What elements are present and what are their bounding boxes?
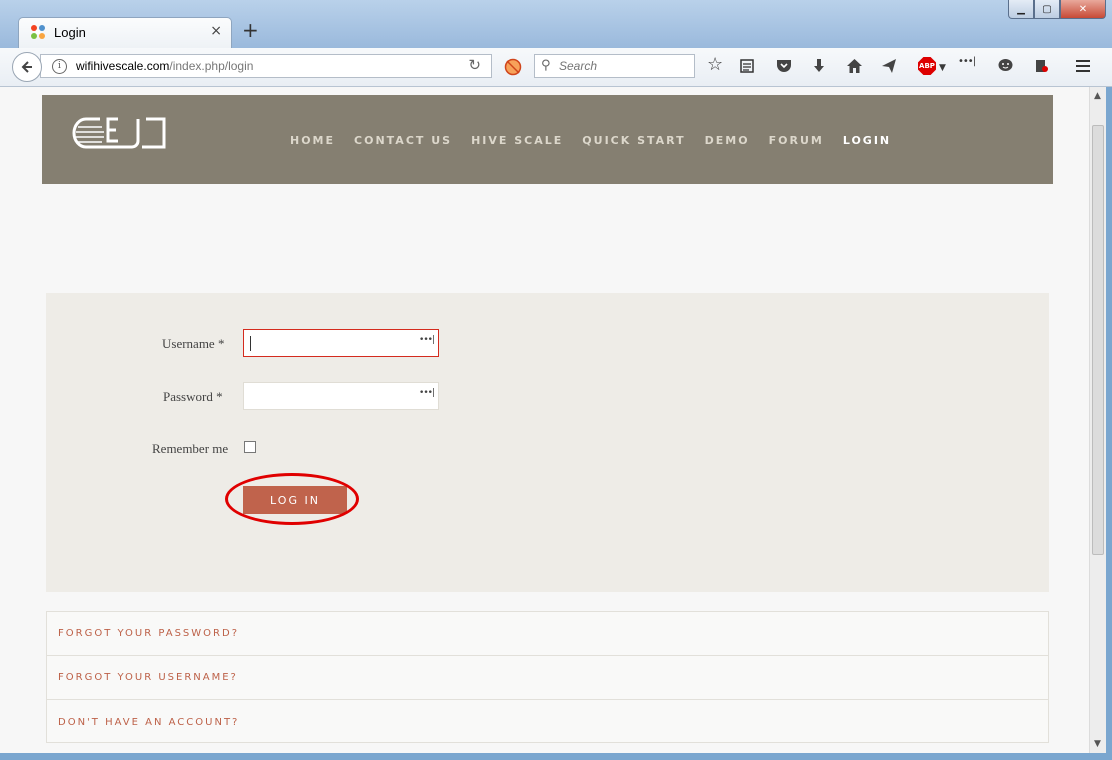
- site-logo-icon[interactable]: [72, 113, 168, 153]
- password-manager-key-icon[interactable]: •••|: [419, 335, 435, 345]
- maximize-button[interactable]: ▢: [1034, 0, 1060, 19]
- site-header: HOME CONTACT US HIVE SCALE QUICK START D…: [42, 95, 1053, 184]
- adblock-dropdown-icon[interactable]: ▼: [939, 60, 946, 76]
- text-caret: [250, 336, 251, 351]
- nav-item-forum[interactable]: FORUM: [769, 134, 824, 147]
- scrollbar-thumb[interactable]: [1092, 125, 1104, 555]
- window-frame-right: [1106, 87, 1112, 760]
- account-links-list: FORGOT YOUR PASSWORD? FORGOT YOUR USERNA…: [46, 611, 1049, 743]
- remember-me-checkbox[interactable]: [244, 441, 256, 453]
- remember-me-label: Remember me: [152, 441, 229, 456]
- nav-item-hive-scale[interactable]: HIVE SCALE: [471, 134, 563, 147]
- nav-item-login[interactable]: LOGIN: [843, 134, 891, 147]
- username-input[interactable]: [248, 331, 408, 355]
- close-window-button[interactable]: ✕: [1060, 0, 1106, 19]
- nav-item-contact-us[interactable]: CONTACT US: [354, 134, 452, 147]
- close-tab-icon[interactable]: ×: [210, 23, 222, 39]
- bookmark-star-icon[interactable]: ☆: [707, 56, 723, 74]
- adblock-plus-icon[interactable]: ABP: [918, 57, 936, 75]
- password-manager-icon[interactable]: •••|: [958, 54, 976, 70]
- nav-item-home[interactable]: HOME: [290, 134, 335, 147]
- reload-icon[interactable]: ↻: [468, 56, 481, 74]
- forgot-password-link[interactable]: FORGOT YOUR PASSWORD?: [58, 628, 239, 639]
- list-item: FORGOT YOUR PASSWORD?: [47, 612, 1048, 656]
- page-viewport: HOME CONTACT US HIVE SCALE QUICK START D…: [0, 87, 1089, 753]
- password-field[interactable]: •••|: [243, 382, 439, 410]
- password-manager-key-icon[interactable]: •••|: [419, 388, 435, 398]
- chat-icon[interactable]: [997, 57, 1014, 74]
- extension-icon[interactable]: [1033, 57, 1049, 75]
- password-label: Password *: [163, 389, 223, 404]
- page-scrollbar[interactable]: ▲ ▼: [1089, 87, 1106, 753]
- username-label: Username *: [162, 336, 225, 351]
- scroll-up-icon[interactable]: ▲: [1094, 91, 1101, 101]
- tab-title: Login: [54, 25, 86, 40]
- login-form: Username * •••| Password * •••| Remember…: [46, 293, 1049, 592]
- back-arrow-icon: [21, 61, 32, 73]
- main-nav: HOME CONTACT US HIVE SCALE QUICK START D…: [290, 134, 910, 147]
- pocket-icon[interactable]: [776, 58, 792, 74]
- joomla-favicon-icon: [31, 25, 45, 39]
- window-titlebar: Login × + ▁ ▢ ✕: [0, 0, 1112, 48]
- list-item: DON'T HAVE AN ACCOUNT?: [47, 700, 1048, 744]
- browser-toolbar: i wifihivescale.com/index.php/login ↻ ⚲ …: [0, 48, 1112, 87]
- minimize-button[interactable]: ▁: [1008, 0, 1034, 19]
- search-icon: ⚲: [541, 58, 551, 73]
- url-text[interactable]: wifihivescale.com/index.php/login: [76, 59, 253, 73]
- register-account-link[interactable]: DON'T HAVE AN ACCOUNT?: [58, 717, 239, 728]
- url-bar[interactable]: i wifihivescale.com/index.php/login ↻: [40, 54, 492, 78]
- window-controls: ▁ ▢ ✕: [1008, 0, 1106, 20]
- password-input[interactable]: [248, 384, 408, 408]
- scroll-down-icon[interactable]: ▼: [1094, 739, 1101, 749]
- forgot-username-link[interactable]: FORGOT YOUR USERNAME?: [58, 672, 238, 683]
- download-icon[interactable]: [811, 58, 827, 74]
- browser-tab[interactable]: Login ×: [18, 17, 232, 48]
- home-icon[interactable]: [846, 58, 863, 74]
- window-frame-bottom: [0, 753, 1112, 760]
- nav-item-quick-start[interactable]: QUICK START: [582, 134, 685, 147]
- nav-item-demo[interactable]: DEMO: [705, 134, 750, 147]
- send-icon[interactable]: [881, 58, 897, 74]
- back-button[interactable]: [12, 52, 42, 82]
- menu-hamburger-icon[interactable]: [1075, 59, 1091, 73]
- basketball-addon-icon[interactable]: [504, 58, 522, 76]
- new-tab-button[interactable]: +: [242, 20, 259, 40]
- search-box[interactable]: ⚲: [534, 54, 695, 78]
- username-field[interactable]: •••|: [243, 329, 439, 357]
- search-input[interactable]: [559, 57, 689, 75]
- site-info-icon[interactable]: i: [52, 59, 67, 74]
- list-item: FORGOT YOUR USERNAME?: [47, 656, 1048, 700]
- reading-list-icon[interactable]: [739, 58, 755, 74]
- red-highlight-circle: [225, 473, 359, 525]
